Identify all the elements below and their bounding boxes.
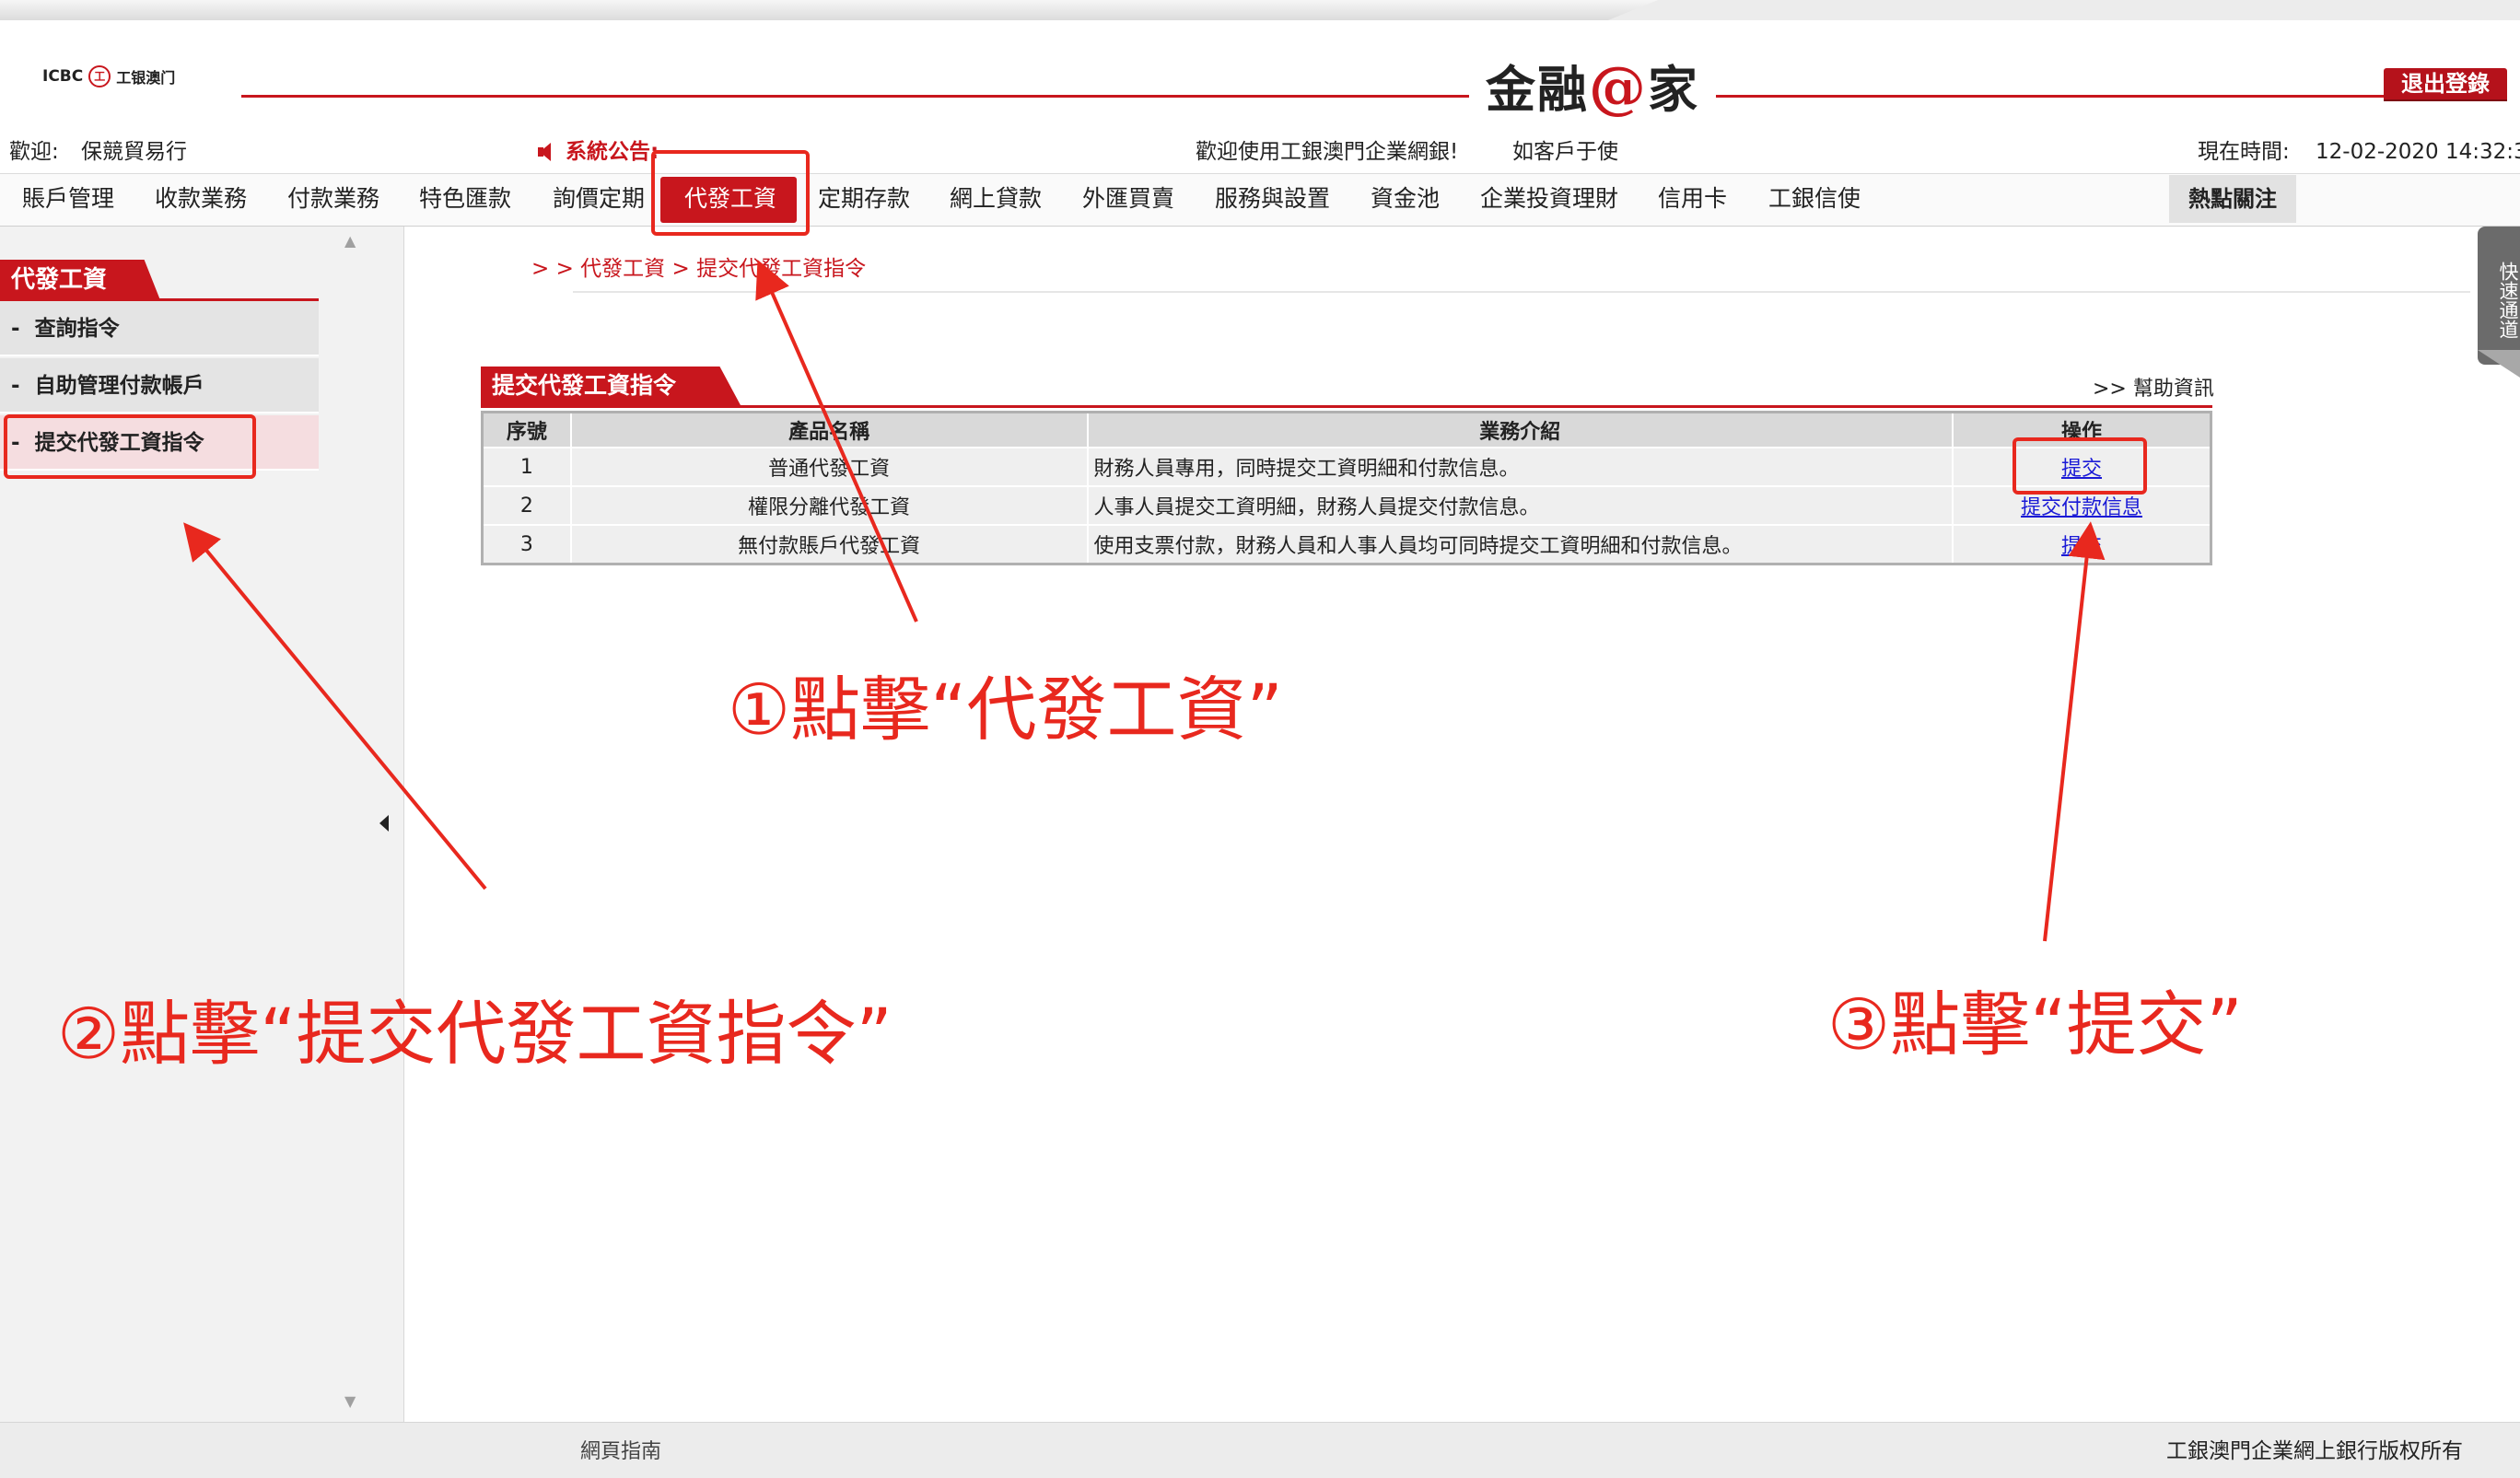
cell-no: 1 [481,447,572,487]
icbc-logo: ICBC 工 工银澳门 [42,63,175,90]
header-divider [241,95,2489,98]
breadcrumb-prefix: > > [531,257,574,281]
sidebar-item-label: 自助管理付款帳戶 [34,374,204,398]
brand-logo: 金融@家 [1469,55,1716,120]
bullet: - [11,317,20,341]
nav-hot-topics[interactable]: 熱點關注 [2169,175,2296,223]
col-header-name: 產品名稱 [569,411,1089,448]
sidebar-item-manage-account[interactable]: - 自助管理付款帳戶 [0,358,319,413]
notice-text-2[interactable]: 如客戶于使 [1512,138,1618,166]
scroll-up-icon[interactable]: ▲ [344,232,356,250]
nav-item-inquiry[interactable]: 詢價定期 [553,173,645,225]
col-header-no: 序號 [481,411,572,448]
cell-desc: 財務人員專用，同時提交工資明細和付款信息。 [1086,447,1954,487]
table-header-row: 序號 產品名稱 業務介紹 操作 [481,411,2212,448]
section-title: 提交代發工資指令 [481,367,741,405]
cell-name: 權限分離代發工資 [569,485,1089,526]
nav-item-forex[interactable]: 外匯買賣 [1082,173,1174,225]
nav-item-messenger[interactable]: 工銀信使 [1768,173,1861,225]
nav-item-remit[interactable]: 特色匯款 [419,173,511,225]
submit-payment-info-link[interactable]: 提交付款信息 [2021,496,2142,519]
collapse-sidebar-icon[interactable] [379,815,389,832]
highlight-box-sidebar [4,414,256,479]
scroll-down-icon[interactable]: ▼ [344,1392,356,1410]
nav-item-settings[interactable]: 服務與設置 [1215,173,1330,225]
nav-item-card[interactable]: 信用卡 [1658,173,1727,225]
sidebar-item-label: 查詢指令 [34,317,120,341]
section-underline [481,405,2212,408]
footer-copyright: 工銀澳門企業網上銀行版权所有 [2166,1439,2463,1463]
quick-channel-tab[interactable]: 快速通道 [2478,227,2520,365]
breadcrumb-divider [573,291,2470,293]
logo-text-cn: 工银澳门 [116,69,176,87]
col-header-desc: 業務介紹 [1086,411,1954,448]
notice-label: 系統公告: [566,140,659,164]
nav-item-account[interactable]: 賬戶管理 [22,173,114,225]
nav-item-pool[interactable]: 資金池 [1371,173,1440,225]
highlight-box-nav [651,150,810,236]
cell-desc: 人事人員提交工資明細，財務人員提交付款信息。 [1086,485,1954,526]
annotation-step1: ①點擊“代發工資” [728,669,1283,751]
annotation-step2: ②點擊“提交代發工資指令” [57,993,892,1075]
sidebar-section-title: 代發工資 [0,260,160,300]
logo-text-en: ICBC [42,67,84,86]
cell-desc: 使用支票付款，財務人員和人事人員均可同時提交工資明細和付款信息。 [1086,524,1954,565]
breadcrumb-current: 提交代發工資指令 [696,257,867,281]
breadcrumb: > > 代發工資 > 提交代發工資指令 [531,250,866,282]
time-label: 現在時間: [2198,140,2290,164]
product-table: 序號 產品名稱 業務介紹 操作 1 普通代發工資 財務人員專用，同時提交工資明細… [481,411,2212,565]
footer [0,1422,2520,1478]
cell-no: 2 [481,485,572,526]
user-name: 保競貿易行 [81,140,187,164]
table-row: 3 無付款賬戶代發工資 使用支票付款，財務人員和人事人員均可同時提交工資明細和付… [481,524,2212,565]
welcome-label: 歡迎: [9,140,59,164]
brand-at: @ [1589,53,1648,121]
cell-name: 普通代發工資 [569,447,1089,487]
logout-button[interactable]: 退出登錄 [2384,68,2507,99]
brand-left: 金融 [1486,60,1589,119]
notice-text[interactable]: 歡迎使用工銀澳門企業網銀! [1196,138,1458,166]
nav-item-invest[interactable]: 企業投資理財 [1480,173,1618,225]
nav-item-deposit[interactable]: 定期存款 [818,173,910,225]
cell-no: 3 [481,524,572,565]
icbc-seal-icon: 工 [88,65,111,87]
help-link[interactable]: >> 幫助資訊 [2093,372,2214,402]
sidebar-item-query[interactable]: - 查詢指令 [0,301,319,356]
table-row: 2 權限分離代發工資 人事人員提交工資明細，財務人員提交付款信息。 提交付款信息 [481,485,2212,526]
breadcrumb-sep: > [671,257,690,281]
nav-item-payment[interactable]: 付款業務 [287,173,379,225]
annotation-step3: ③點擊“提交” [1827,983,2243,1065]
highlight-box-submit [2012,437,2147,495]
cell-name: 無付款賬戶代發工資 [569,524,1089,565]
bullet: - [11,374,20,398]
browser-tab [0,0,1658,20]
time-value: 12-02-2020 14:32:38 [2316,140,2520,164]
arrow-to-submit [2043,521,2106,942]
footer-guide-link[interactable]: 網頁指南 [580,1435,661,1464]
breadcrumb-payroll[interactable]: 代發工資 [580,257,665,281]
cell-action: 提交 [1952,524,2212,565]
speaker-icon [540,143,551,161]
nav-item-loan[interactable]: 網上貸款 [950,173,1042,225]
brand-right: 家 [1648,60,1699,119]
submit-link[interactable]: 提交 [2061,535,2102,558]
nav-item-receive[interactable]: 收款業務 [155,173,247,225]
table-row: 1 普通代發工資 財務人員專用，同時提交工資明細和付款信息。 提交 [481,447,2212,487]
